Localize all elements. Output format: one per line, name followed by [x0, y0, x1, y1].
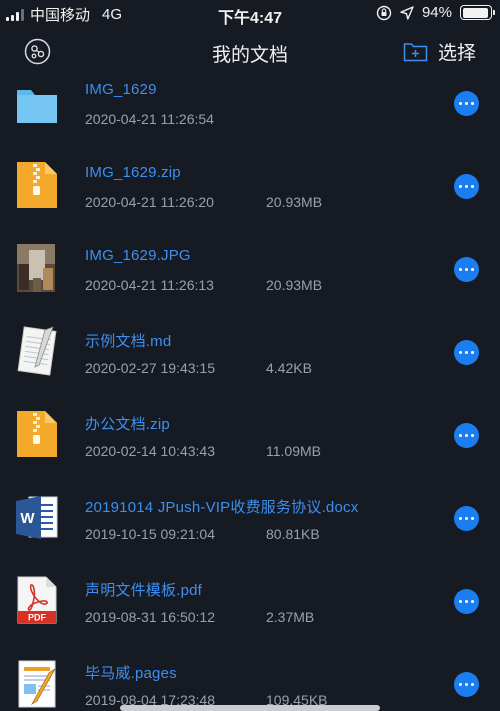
file-date: 2019-08-31 16:50:12 — [85, 609, 215, 625]
word-file-icon: W — [16, 496, 58, 539]
more-options-button[interactable] — [454, 672, 479, 697]
file-row[interactable]: 毕马威.pages 2019-08-04 17:23:48 109.45KB — [0, 654, 500, 711]
pdf-icon-label: PDF — [28, 613, 47, 623]
file-row[interactable]: IMG_1629.JPG 2020-04-21 11:26:13 20.93MB — [0, 239, 500, 322]
file-size: 11.09MB — [266, 443, 321, 459]
file-size: 2.37MB — [266, 609, 315, 625]
more-options-button[interactable] — [454, 340, 479, 365]
file-name[interactable]: 声明文件模板.pdf — [85, 579, 202, 600]
zip-file-icon — [17, 411, 57, 457]
file-size: 20.93MB — [266, 277, 323, 293]
file-name[interactable]: 示例文档.md — [85, 330, 171, 351]
pages-file-icon — [18, 660, 56, 708]
file-name[interactable]: 毕马威.pages — [85, 662, 177, 683]
file-row[interactable]: IMG_1629.zip 2020-04-21 11:26:20 20.93MB — [0, 156, 500, 239]
add-folder-icon[interactable] — [403, 41, 428, 62]
battery-percent: 94% — [421, 4, 452, 21]
file-size: 4.42KB — [266, 360, 312, 376]
zip-file-icon — [17, 162, 57, 208]
file-list: IMG_1629 2020-04-21 11:26:54 IMG_1629.zi… — [0, 76, 500, 711]
file-date: 2020-02-14 10:43:43 — [85, 443, 215, 459]
more-options-button[interactable] — [454, 423, 479, 448]
status-right: 94% — [376, 4, 495, 21]
select-button[interactable]: 选择 — [403, 38, 476, 65]
more-options-button[interactable] — [454, 257, 479, 282]
file-name[interactable]: 20191014 JPush-VIP收费服务协议.docx — [85, 496, 358, 517]
file-name[interactable]: IMG_1629.zip — [85, 164, 181, 181]
more-options-button[interactable] — [454, 91, 479, 116]
status-bar: 中国移动 4G 下午4:47 94% — [0, 0, 500, 27]
select-label[interactable]: 选择 — [438, 38, 476, 65]
more-options-button[interactable] — [454, 174, 479, 199]
battery-icon — [460, 5, 495, 20]
file-row[interactable]: 办公文档.zip 2020-02-14 10:43:43 11.09MB — [0, 405, 500, 488]
file-date: 2020-04-21 11:26:20 — [85, 194, 214, 210]
file-date: 2020-04-21 11:26:13 — [85, 277, 214, 293]
file-name[interactable]: 办公文档.zip — [85, 413, 170, 434]
battery-fill — [462, 7, 488, 18]
file-row[interactable]: W 20191014 JPush-VIP收费服务协议.docx 2019-10-… — [0, 488, 500, 571]
file-date: 2019-10-15 09:21:04 — [85, 526, 215, 542]
file-row[interactable]: 示例文档.md 2020-02-27 19:43:15 4.42KB — [0, 322, 500, 405]
file-name[interactable]: IMG_1629.JPG — [85, 247, 191, 264]
file-size: 20.93MB — [266, 194, 323, 210]
folder-icon — [17, 90, 57, 123]
file-size: 80.81KB — [266, 526, 320, 542]
more-options-button[interactable] — [454, 589, 479, 614]
file-name[interactable]: IMG_1629 — [85, 81, 157, 98]
file-date: 2020-04-21 11:26:54 — [85, 111, 214, 127]
file-row[interactable]: IMG_1629 2020-04-21 11:26:54 — [0, 76, 500, 156]
location-arrow-icon — [400, 5, 414, 20]
word-icon-label: W — [20, 510, 35, 527]
nav-bar: 我的文档 选择 — [0, 26, 500, 76]
file-row[interactable]: PDF 声明文件模板.pdf 2019-08-31 16:50:12 2.37M… — [0, 571, 500, 654]
file-date: 2020-02-27 19:43:15 — [85, 360, 215, 376]
orientation-lock-icon — [376, 5, 392, 20]
more-options-button[interactable] — [454, 506, 479, 531]
text-file-icon — [17, 326, 57, 376]
home-indicator[interactable] — [120, 705, 380, 711]
image-thumbnail — [17, 244, 55, 292]
pdf-file-icon: PDF — [17, 576, 57, 624]
